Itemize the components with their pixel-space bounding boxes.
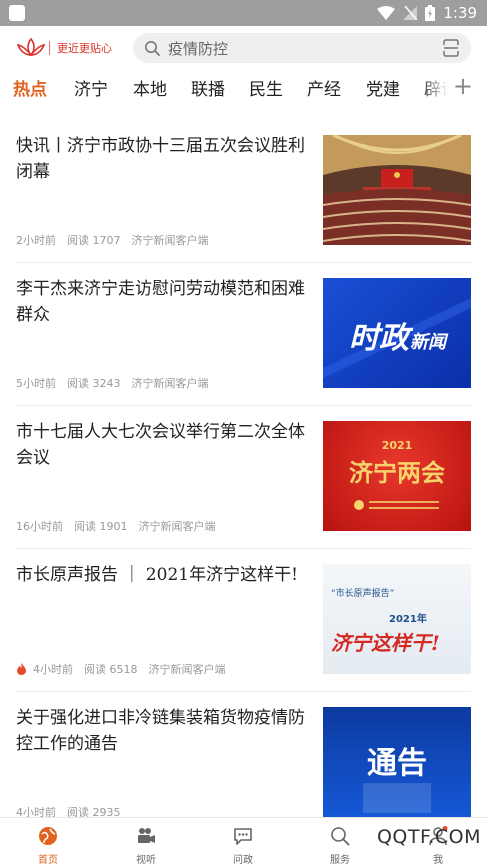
tab-local[interactable]: 本地: [133, 75, 167, 100]
notification-icon: [9, 5, 25, 21]
home-globe-icon: [39, 827, 57, 845]
nav-service[interactable]: 服务: [310, 818, 370, 868]
thumb-year: 2021年: [389, 612, 427, 625]
news-thumbnail[interactable]: “市长原声报告” 2021年 济宁这样干!: [323, 564, 471, 674]
search-service-icon: [331, 827, 350, 846]
thumb-text-big: 时政: [349, 321, 414, 356]
add-tab-icon[interactable]: +: [453, 74, 473, 98]
video-camera-icon: [138, 828, 155, 843]
news-reads: 阅读 1707: [67, 234, 121, 247]
news-item[interactable]: 市长原声报告 ｜ 2021年济宁这样干! 4小时前 阅读 6518 济宁新闻客户…: [0, 562, 487, 705]
lotus-logo-icon: [16, 37, 46, 57]
news-thumbnail[interactable]: 2021 济宁两会: [323, 421, 471, 531]
search-bar[interactable]: 疫情防控: [133, 33, 471, 63]
news-item[interactable]: 李干杰来济宁走访慰问劳动模范和困难群众 5小时前 阅读 3243 济宁新闻客户端…: [0, 276, 487, 419]
news-source: 济宁新闻客户端: [148, 663, 226, 676]
battery-icon: [425, 5, 436, 21]
news-source: 济宁新闻客户端: [131, 377, 209, 390]
nav-label: 我: [433, 855, 443, 866]
status-bar: 1:39: [0, 0, 487, 26]
search-icon: [145, 41, 160, 56]
category-tabs: 热点 济宁 本地 联播 民生 产经 党建 辟谣 +: [0, 70, 487, 106]
tab-economy[interactable]: 产经: [307, 75, 341, 100]
news-thumbnail[interactable]: 时政 新闻: [323, 278, 471, 388]
thumb-year: 2021: [382, 439, 413, 452]
news-title[interactable]: 关于强化进口非冷链集装箱货物疫情防控工作的通告: [16, 705, 312, 757]
news-reads: 阅读 1901: [74, 520, 128, 533]
logo-slogan: 更近更贴心: [57, 42, 112, 55]
news-time: 4小时前: [33, 663, 73, 676]
nav-label: 首页: [38, 855, 58, 866]
app-header: 更近更贴心 疫情防控: [0, 26, 487, 70]
thumb-quote: “市长原声报告”: [331, 587, 394, 599]
nav-label: 问政: [233, 855, 253, 866]
chat-bubble-icon: [234, 828, 252, 845]
news-source: 济宁新闻客户端: [138, 520, 216, 533]
news-thumbnail[interactable]: [323, 135, 471, 245]
news-time: 16小时前: [16, 520, 63, 533]
divider: [16, 691, 471, 692]
news-source: 济宁新闻客户端: [131, 234, 209, 247]
tab-jining[interactable]: 济宁: [74, 75, 108, 100]
jining-lianghui-banner: 2021 济宁两会: [349, 439, 445, 510]
tab-livelihood[interactable]: 民生: [249, 75, 283, 100]
notice-banner: 通告: [363, 746, 431, 813]
thumb-text-small: 新闻: [410, 332, 449, 353]
watermark: QQTF.COM: [376, 826, 481, 848]
wifi-icon: [377, 6, 396, 20]
search-placeholder: 疫情防控: [168, 40, 229, 58]
tab-hot[interactable]: 热点: [13, 75, 47, 100]
news-thumbnail[interactable]: 通告: [323, 707, 471, 819]
tab-broadcast[interactable]: 联播: [191, 75, 225, 100]
news-time: 2小时前: [16, 234, 56, 247]
news-title[interactable]: 市十七届人大七次会议举行第二次全体会议: [16, 419, 312, 471]
shizheng-news-banner: 时政 新闻: [323, 298, 471, 378]
nav-inquiry[interactable]: 问政: [213, 818, 273, 868]
news-reads: 阅读 6518: [84, 663, 138, 676]
thumb-title: 济宁这样干!: [331, 631, 440, 655]
nav-label: 视听: [136, 855, 156, 866]
thumb-text: 通告: [367, 746, 427, 781]
news-item[interactable]: 快讯丨济宁市政协十三届五次会议胜利闭幕 2小时前 阅读 1707 济宁新闻客户端: [0, 133, 487, 276]
news-title[interactable]: 快讯丨济宁市政协十三届五次会议胜利闭幕: [16, 133, 312, 185]
nav-label: 服务: [330, 855, 350, 866]
mayor-report-banner: “市长原声报告” 2021年 济宁这样干!: [331, 587, 440, 655]
hot-flame-icon: [17, 663, 26, 675]
scan-icon[interactable]: [443, 39, 459, 57]
signal-icon: [403, 6, 418, 20]
nav-video[interactable]: 视听: [116, 818, 176, 868]
nav-home[interactable]: 首页: [18, 818, 78, 868]
news-title[interactable]: 市长原声报告 ｜ 2021年济宁这样干!: [16, 562, 312, 588]
divider: [16, 262, 471, 263]
clock: 1:39: [443, 4, 477, 22]
news-time: 5小时前: [16, 377, 56, 390]
tab-party[interactable]: 党建: [366, 75, 400, 100]
divider: [16, 405, 471, 406]
news-item[interactable]: 市十七届人大七次会议举行第二次全体会议 16小时前 阅读 1901 济宁新闻客户…: [0, 419, 487, 562]
divider: [16, 548, 471, 549]
news-reads: 阅读 3243: [67, 377, 121, 390]
app-logo[interactable]: 更近更贴心: [16, 34, 112, 62]
thumb-title: 济宁两会: [349, 458, 445, 487]
conference-hall-photo: [323, 135, 471, 245]
news-title[interactable]: 李干杰来济宁走访慰问劳动模范和困难群众: [16, 276, 312, 328]
